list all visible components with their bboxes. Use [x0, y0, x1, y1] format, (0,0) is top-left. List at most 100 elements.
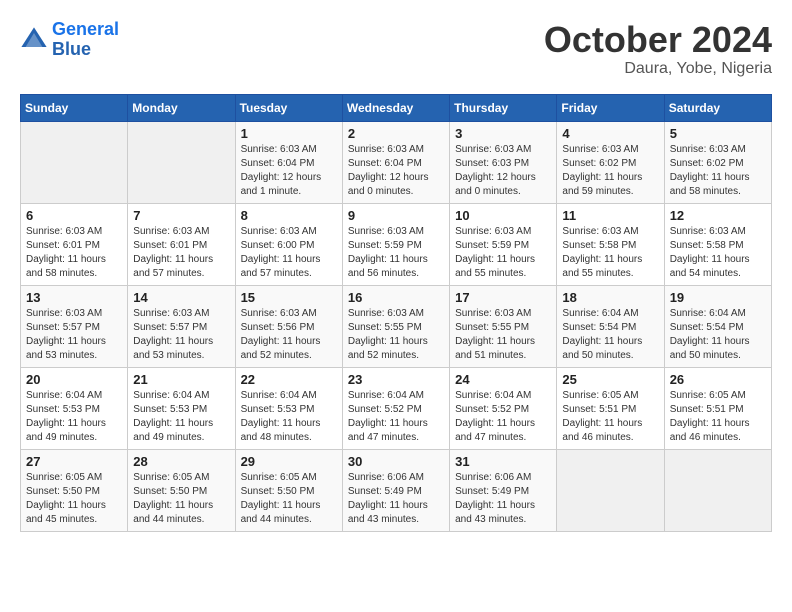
header-row: Sunday Monday Tuesday Wednesday Thursday… — [21, 94, 772, 121]
calendar-week-row: 27 Sunrise: 6:05 AM Sunset: 5:50 PM Dayli… — [21, 449, 772, 531]
calendar-cell: 27 Sunrise: 6:05 AM Sunset: 5:50 PM Dayli… — [21, 449, 128, 531]
day-number: 21 — [133, 372, 229, 387]
day-info: Sunrise: 6:03 AM Sunset: 5:57 PM Dayligh… — [26, 307, 122, 363]
day-info: Sunrise: 6:03 AM Sunset: 6:02 PM Dayligh… — [670, 143, 766, 199]
col-friday: Friday — [557, 94, 664, 121]
day-info: Sunrise: 6:05 AM Sunset: 5:50 PM Dayligh… — [26, 471, 122, 527]
calendar-week-row: 6 Sunrise: 6:03 AM Sunset: 6:01 PM Daylig… — [21, 203, 772, 285]
calendar-cell: 30Sunrise: 6:06 AM Sunset: 5:49 PM Dayli… — [342, 449, 449, 531]
calendar-cell: 19 Sunrise: 6:04 AM Sunset: 5:54 PM Dayli… — [664, 285, 771, 367]
calendar-cell: 23 Sunrise: 6:04 AM Sunset: 5:52 PM Dayli… — [342, 367, 449, 449]
calendar-cell: 4 Sunrise: 6:03 AM Sunset: 6:02 PM Daylig… — [557, 121, 664, 203]
day-info: Sunrise: 6:03 AM Sunset: 6:04 PM Dayligh… — [348, 143, 444, 199]
calendar-cell: 26 Sunrise: 6:05 AM Sunset: 5:51 PM Dayli… — [664, 367, 771, 449]
day-info: Sunrise: 6:03 AM Sunset: 5:56 PM Dayligh… — [241, 307, 337, 363]
day-number: 28 — [133, 454, 229, 469]
logo-text: General Blue — [52, 20, 119, 60]
calendar-body: 1 Sunrise: 6:03 AM Sunset: 6:04 PM Daylig… — [21, 121, 772, 531]
day-number: 13 — [26, 290, 122, 305]
day-number: 10 — [455, 208, 551, 223]
calendar-cell: 14 Sunrise: 6:03 AM Sunset: 5:57 PM Dayli… — [128, 285, 235, 367]
day-info: Sunrise: 6:03 AM Sunset: 6:03 PM Dayligh… — [455, 143, 551, 199]
day-number: 8 — [241, 208, 337, 223]
day-info: Sunrise: 6:03 AM Sunset: 6:00 PM Dayligh… — [241, 225, 337, 281]
day-info: Sunrise: 6:03 AM Sunset: 6:02 PM Dayligh… — [562, 143, 658, 199]
day-number: 2 — [348, 126, 444, 141]
day-number: 3 — [455, 126, 551, 141]
day-info: Sunrise: 6:03 AM Sunset: 6:01 PM Dayligh… — [133, 225, 229, 281]
calendar-table: Sunday Monday Tuesday Wednesday Thursday… — [20, 94, 772, 532]
day-number: 19 — [670, 290, 766, 305]
calendar-cell: 25 Sunrise: 6:05 AM Sunset: 5:51 PM Dayli… — [557, 367, 664, 449]
day-number: 16 — [348, 290, 444, 305]
day-info: Sunrise: 6:04 AM Sunset: 5:53 PM Dayligh… — [26, 389, 122, 445]
calendar-cell — [664, 449, 771, 531]
day-number: 12 — [670, 208, 766, 223]
day-info: Sunrise: 6:05 AM Sunset: 5:51 PM Dayligh… — [562, 389, 658, 445]
calendar-cell: 20Sunrise: 6:04 AM Sunset: 5:53 PM Dayli… — [21, 367, 128, 449]
title-block: October 2024 Daura, Yobe, Nigeria — [544, 20, 772, 78]
day-info: Sunrise: 6:03 AM Sunset: 6:01 PM Dayligh… — [26, 225, 122, 281]
calendar-week-row: 1 Sunrise: 6:03 AM Sunset: 6:04 PM Daylig… — [21, 121, 772, 203]
day-info: Sunrise: 6:03 AM Sunset: 5:58 PM Dayligh… — [562, 225, 658, 281]
day-number: 23 — [348, 372, 444, 387]
sub-title: Daura, Yobe, Nigeria — [544, 60, 772, 78]
day-number: 5 — [670, 126, 766, 141]
day-info: Sunrise: 6:05 AM Sunset: 5:50 PM Dayligh… — [241, 471, 337, 527]
calendar-cell: 15Sunrise: 6:03 AM Sunset: 5:56 PM Dayli… — [235, 285, 342, 367]
logo-line2: Blue — [52, 39, 91, 59]
day-number: 17 — [455, 290, 551, 305]
calendar-cell: 5 Sunrise: 6:03 AM Sunset: 6:02 PM Daylig… — [664, 121, 771, 203]
main-title: October 2024 — [544, 20, 772, 60]
day-number: 26 — [670, 372, 766, 387]
day-number: 1 — [241, 126, 337, 141]
calendar-cell: 22Sunrise: 6:04 AM Sunset: 5:53 PM Dayli… — [235, 367, 342, 449]
calendar-cell: 13 Sunrise: 6:03 AM Sunset: 5:57 PM Dayli… — [21, 285, 128, 367]
col-monday: Monday — [128, 94, 235, 121]
day-info: Sunrise: 6:06 AM Sunset: 5:49 PM Dayligh… — [455, 471, 551, 527]
calendar-cell: 8 Sunrise: 6:03 AM Sunset: 6:00 PM Daylig… — [235, 203, 342, 285]
calendar-cell: 6 Sunrise: 6:03 AM Sunset: 6:01 PM Daylig… — [21, 203, 128, 285]
day-info: Sunrise: 6:03 AM Sunset: 5:57 PM Dayligh… — [133, 307, 229, 363]
logo: General Blue — [20, 20, 119, 60]
calendar-cell: 10 Sunrise: 6:03 AM Sunset: 5:59 PM Dayli… — [450, 203, 557, 285]
day-info: Sunrise: 6:03 AM Sunset: 5:55 PM Dayligh… — [455, 307, 551, 363]
day-info: Sunrise: 6:04 AM Sunset: 5:52 PM Dayligh… — [455, 389, 551, 445]
calendar-cell: 12 Sunrise: 6:03 AM Sunset: 5:58 PM Dayli… — [664, 203, 771, 285]
calendar-cell: 3 Sunrise: 6:03 AM Sunset: 6:03 PM Daylig… — [450, 121, 557, 203]
day-info: Sunrise: 6:03 AM Sunset: 5:58 PM Dayligh… — [670, 225, 766, 281]
day-number: 6 — [26, 208, 122, 223]
day-info: Sunrise: 6:03 AM Sunset: 5:55 PM Dayligh… — [348, 307, 444, 363]
day-info: Sunrise: 6:06 AM Sunset: 5:49 PM Dayligh… — [348, 471, 444, 527]
day-info: Sunrise: 6:03 AM Sunset: 5:59 PM Dayligh… — [455, 225, 551, 281]
calendar-cell: 18Sunrise: 6:04 AM Sunset: 5:54 PM Dayli… — [557, 285, 664, 367]
calendar-week-row: 20Sunrise: 6:04 AM Sunset: 5:53 PM Dayli… — [21, 367, 772, 449]
day-info: Sunrise: 6:03 AM Sunset: 5:59 PM Dayligh… — [348, 225, 444, 281]
logo-line1: General — [52, 19, 119, 39]
logo-icon — [20, 26, 48, 54]
day-info: Sunrise: 6:05 AM Sunset: 5:51 PM Dayligh… — [670, 389, 766, 445]
day-number: 25 — [562, 372, 658, 387]
day-number: 14 — [133, 290, 229, 305]
day-number: 7 — [133, 208, 229, 223]
day-info: Sunrise: 6:04 AM Sunset: 5:53 PM Dayligh… — [133, 389, 229, 445]
col-thursday: Thursday — [450, 94, 557, 121]
day-number: 27 — [26, 454, 122, 469]
col-wednesday: Wednesday — [342, 94, 449, 121]
day-info: Sunrise: 6:04 AM Sunset: 5:52 PM Dayligh… — [348, 389, 444, 445]
col-saturday: Saturday — [664, 94, 771, 121]
day-number: 29 — [241, 454, 337, 469]
calendar-cell: 31Sunrise: 6:06 AM Sunset: 5:49 PM Dayli… — [450, 449, 557, 531]
calendar-cell: 21 Sunrise: 6:04 AM Sunset: 5:53 PM Dayli… — [128, 367, 235, 449]
day-info: Sunrise: 6:04 AM Sunset: 5:54 PM Dayligh… — [670, 307, 766, 363]
calendar-cell: 16 Sunrise: 6:03 AM Sunset: 5:55 PM Dayli… — [342, 285, 449, 367]
page-header: General Blue October 2024 Daura, Yobe, N… — [20, 20, 772, 78]
day-number: 4 — [562, 126, 658, 141]
calendar-cell: 2 Sunrise: 6:03 AM Sunset: 6:04 PM Daylig… — [342, 121, 449, 203]
day-info: Sunrise: 6:05 AM Sunset: 5:50 PM Dayligh… — [133, 471, 229, 527]
calendar-cell: 1Sunrise: 6:03 AM Sunset: 6:04 PM Daylig… — [235, 121, 342, 203]
calendar-cell: 7 Sunrise: 6:03 AM Sunset: 6:01 PM Daylig… — [128, 203, 235, 285]
day-number: 18 — [562, 290, 658, 305]
calendar-week-row: 13 Sunrise: 6:03 AM Sunset: 5:57 PM Dayli… — [21, 285, 772, 367]
day-number: 9 — [348, 208, 444, 223]
